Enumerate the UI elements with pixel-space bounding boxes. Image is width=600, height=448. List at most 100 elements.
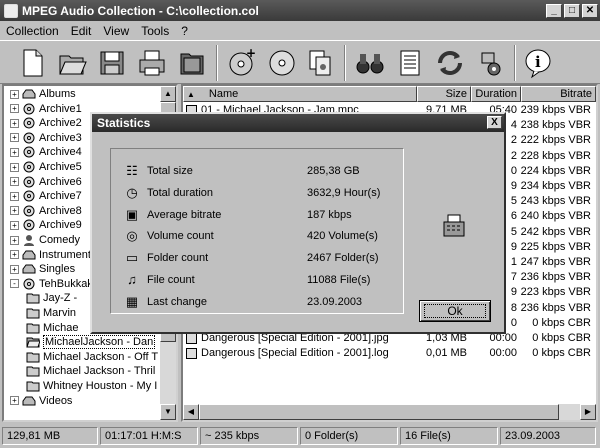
tree-item[interactable]: + Comedy	[10, 233, 80, 247]
cd-icon	[22, 176, 39, 188]
list-row[interactable]: Dangerous [Special Edition - 2001].log 0,…	[183, 346, 591, 361]
open-folder-icon[interactable]	[54, 45, 90, 81]
drive-icon	[22, 395, 39, 407]
menu-edit[interactable]: Edit	[65, 24, 98, 38]
folder-icon[interactable]	[174, 45, 210, 81]
tree-item[interactable]: + Archive4	[10, 145, 82, 159]
expand-toggle-icon[interactable]: +	[10, 162, 19, 172]
close-button[interactable]: ✕	[582, 3, 598, 18]
print-icon[interactable]	[134, 45, 170, 81]
tree-item[interactable]: Michae	[26, 321, 78, 335]
expand-toggle-icon[interactable]: +	[10, 191, 19, 201]
tree-item[interactable]: Michael Jackson - Thril	[26, 364, 155, 378]
tree-item[interactable]: + Instrumenta	[10, 248, 97, 262]
expand-toggle-icon[interactable]: +	[10, 220, 19, 230]
expand-toggle-icon[interactable]: +	[10, 177, 19, 187]
maximize-button[interactable]: □	[564, 3, 580, 18]
svg-text:i: i	[535, 53, 541, 71]
expand-toggle-icon[interactable]: +	[10, 250, 19, 260]
tree-item[interactable]: + Archive7	[10, 189, 82, 203]
tree-item[interactable]: + Archive1	[10, 102, 82, 116]
binoculars-icon[interactable]	[352, 45, 388, 81]
column-header-duration[interactable]: Duration	[471, 86, 521, 102]
scroll-left-button[interactable]: ◀	[183, 404, 199, 420]
tree-item-label: Marvin	[43, 307, 77, 319]
expand-toggle-icon[interactable]: +	[10, 118, 19, 128]
scroll-down-button[interactable]: ▼	[160, 404, 176, 420]
tree-item[interactable]: + Archive9	[10, 218, 82, 232]
save-icon[interactable]	[94, 45, 130, 81]
tree-item-label: Whitney Houston - My I	[43, 380, 158, 392]
list-icon[interactable]	[392, 45, 428, 81]
window-title: MPEG Audio Collection - C:\collection.co…	[22, 3, 259, 18]
minimize-button[interactable]: _	[546, 3, 562, 18]
expand-toggle-icon[interactable]: +	[10, 89, 19, 99]
expand-toggle-icon[interactable]: +	[10, 206, 19, 216]
expand-toggle-icon[interactable]: +	[10, 264, 19, 274]
add-cd-icon[interactable]: +	[224, 45, 260, 81]
new-file-icon[interactable]	[14, 45, 50, 81]
tree-item[interactable]: + Archive2	[10, 116, 82, 130]
tree-item-label: Archive2	[39, 117, 82, 130]
hscroll-thumb[interactable]	[199, 404, 559, 420]
expand-toggle-icon[interactable]: +	[10, 235, 19, 245]
column-header-size[interactable]: Size	[417, 86, 471, 102]
expand-toggle-icon[interactable]: +	[10, 396, 19, 406]
tree-item-label: Archive1	[39, 102, 82, 115]
drive-icon	[22, 263, 39, 275]
list-hscrollbar[interactable]: ◀ ▶	[183, 404, 596, 420]
cd-icon	[22, 146, 39, 158]
cell-bitrate: 239 kbps VBR	[520, 104, 591, 116]
tree-item[interactable]: Michael Jackson - Off T	[26, 350, 158, 364]
tree-item-label: Michae	[43, 321, 79, 334]
cd-icon	[22, 190, 39, 202]
stat-value: 2467 Folder(s)	[307, 252, 379, 265]
tree-item[interactable]: + Archive5	[10, 160, 82, 174]
tree-item[interactable]: Whitney Houston - My I	[26, 379, 157, 393]
tree-item-label: Archive8	[39, 204, 82, 217]
stat-row: ▭ Folder count 2467 Folder(s)	[125, 250, 395, 266]
dialog-close-button[interactable]: X	[487, 116, 502, 129]
refresh-icon[interactable]	[432, 45, 468, 81]
copy-icon[interactable]	[302, 45, 338, 81]
scroll-up-button[interactable]: ▲	[160, 86, 176, 102]
clock-icon: ◷	[126, 184, 138, 200]
cd-icon	[22, 219, 39, 231]
toolbar-separator	[514, 45, 516, 81]
tree-item[interactable]: + Archive6	[10, 175, 82, 189]
tree-item[interactable]: Jay-Z -	[26, 291, 77, 305]
scroll-right-button[interactable]: ▶	[580, 404, 596, 420]
expand-toggle-icon[interactable]: +	[10, 104, 19, 114]
tree-item[interactable]: - TehBukkak	[10, 277, 93, 291]
stat-label: Folder count	[147, 252, 209, 265]
tree-item[interactable]: + Videos	[10, 394, 72, 408]
tree-item[interactable]: + Singles	[10, 262, 75, 276]
menu-tools[interactable]: Tools	[135, 24, 175, 38]
column-header-bitrate[interactable]: Bitrate	[521, 86, 596, 102]
ok-button[interactable]: Ok	[419, 300, 491, 322]
drive-icon	[22, 249, 39, 261]
tree-item[interactable]: + Albums	[10, 87, 76, 101]
tree-item[interactable]: + Archive8	[10, 204, 82, 218]
expand-toggle-icon[interactable]: +	[10, 147, 19, 157]
menu-collection[interactable]: Collection	[0, 24, 65, 38]
folder-open-icon	[26, 336, 43, 348]
status-bitrate: ~ 235 kbps	[200, 427, 298, 445]
ok-label: Ok	[447, 304, 463, 318]
cell-bitrate: 236 kbps VBR	[520, 271, 591, 284]
tree-item[interactable]: Marvin	[26, 306, 76, 320]
discs-icon: ◎	[126, 228, 138, 244]
menu-help[interactable]: ?	[175, 24, 194, 38]
info-icon[interactable]: i	[520, 45, 556, 81]
expand-toggle-icon[interactable]: -	[10, 279, 19, 289]
tree-item[interactable]: + Archive3	[10, 131, 82, 145]
cd-icon[interactable]	[264, 45, 300, 81]
status-date: 23.09.2003	[500, 427, 596, 445]
menu-view[interactable]: View	[97, 24, 135, 38]
column-header-name[interactable]: ▲ Name	[183, 86, 417, 102]
cd-icon	[22, 117, 39, 129]
tree-item[interactable]: MichaelJackson - Dan	[26, 335, 156, 350]
folder-icon	[26, 322, 43, 334]
settings-icon[interactable]	[472, 45, 508, 81]
expand-toggle-icon[interactable]: +	[10, 133, 19, 143]
